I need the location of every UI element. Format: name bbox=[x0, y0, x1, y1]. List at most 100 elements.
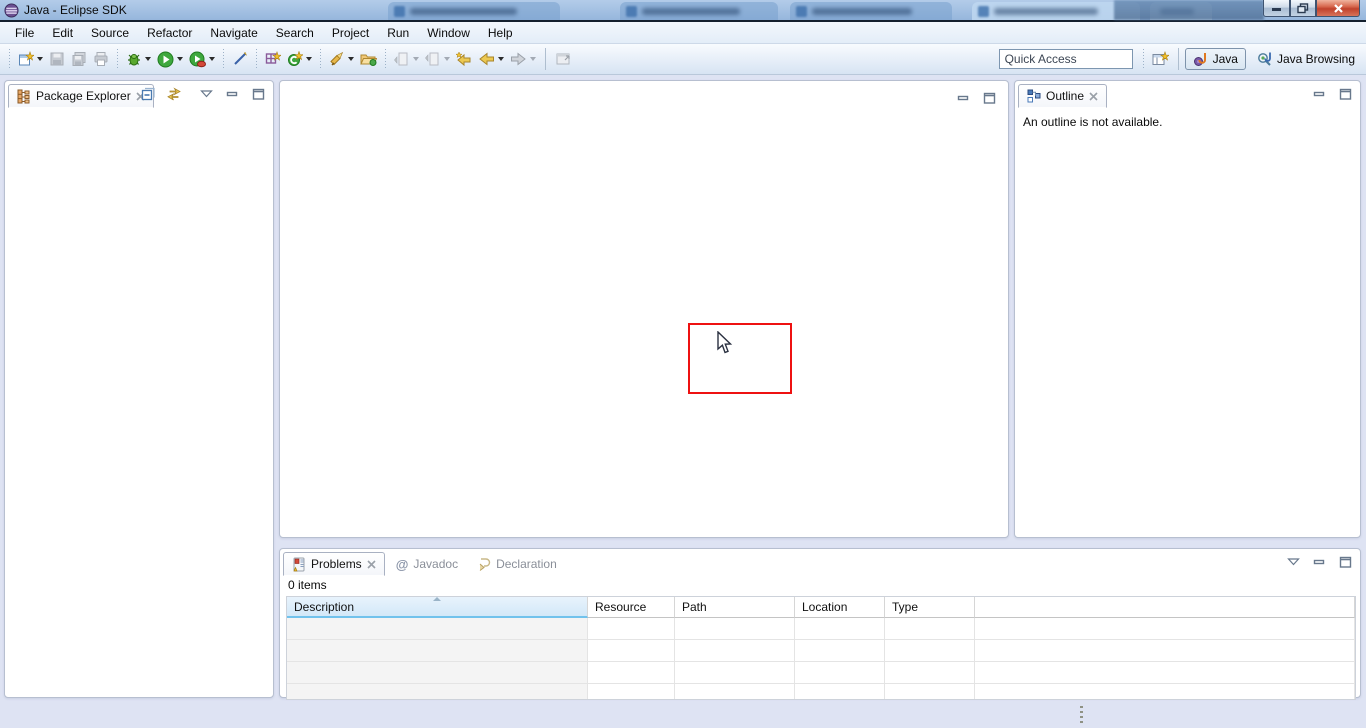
toolbar-grip[interactable] bbox=[7, 49, 12, 69]
tab-javadoc-label: Javadoc bbox=[413, 557, 458, 571]
quick-access-input[interactable] bbox=[999, 49, 1133, 69]
window-close-button[interactable] bbox=[1316, 0, 1360, 17]
view-menu-button[interactable] bbox=[197, 86, 215, 102]
debug-button[interactable] bbox=[123, 47, 154, 71]
menu-source[interactable]: Source bbox=[82, 22, 138, 44]
perspective-divider bbox=[1178, 48, 1179, 70]
close-icon[interactable] bbox=[1089, 92, 1098, 101]
toolbar-divider bbox=[545, 48, 546, 70]
run-external-tools-button[interactable] bbox=[186, 47, 218, 71]
tab-outline[interactable]: Outline bbox=[1018, 84, 1107, 108]
link-with-editor-toolbar-button[interactable] bbox=[552, 47, 574, 71]
java-browsing-perspective-icon bbox=[1257, 51, 1273, 67]
minimize-view-button[interactable] bbox=[223, 86, 241, 102]
close-icon[interactable] bbox=[367, 560, 376, 569]
tab-javadoc[interactable]: @ Javadoc bbox=[388, 552, 466, 576]
chevron-down-icon bbox=[177, 57, 183, 61]
menu-window[interactable]: Window bbox=[418, 22, 479, 44]
toolbar-grip[interactable] bbox=[318, 49, 323, 69]
toolbar-grip[interactable] bbox=[383, 49, 388, 69]
tab-outline-label: Outline bbox=[1046, 89, 1084, 103]
toolbar-grip[interactable] bbox=[254, 49, 259, 69]
last-edit-location-icon bbox=[456, 51, 472, 67]
sort-ascending-icon bbox=[433, 597, 441, 601]
window-restore-button[interactable] bbox=[1290, 0, 1316, 17]
chevron-down-icon bbox=[413, 57, 419, 61]
save-icon bbox=[49, 51, 65, 67]
problems-panel: Problems @ Javadoc Declaration 0 items bbox=[279, 548, 1361, 698]
previous-annotation-button[interactable] bbox=[422, 47, 453, 71]
menu-navigate[interactable]: Navigate bbox=[201, 22, 266, 44]
column-header-filler bbox=[975, 597, 1355, 618]
new-java-class-icon bbox=[287, 51, 303, 67]
view-menu-button[interactable] bbox=[1284, 554, 1302, 570]
minimize-editor-button[interactable] bbox=[954, 90, 972, 106]
link-with-editor-button[interactable] bbox=[165, 86, 183, 102]
save-button[interactable] bbox=[46, 47, 68, 71]
menu-file[interactable]: File bbox=[6, 22, 43, 44]
run-button[interactable] bbox=[154, 47, 186, 71]
column-header-path[interactable]: Path bbox=[675, 597, 795, 618]
new-java-project-button[interactable] bbox=[262, 47, 284, 71]
save-all-icon bbox=[71, 51, 87, 67]
minimize-view-button[interactable] bbox=[1310, 86, 1328, 102]
menu-edit[interactable]: Edit bbox=[43, 22, 82, 44]
column-header-description[interactable]: Description bbox=[287, 597, 588, 618]
menu-project[interactable]: Project bbox=[323, 22, 378, 44]
last-edit-location-button[interactable] bbox=[453, 47, 475, 71]
maximize-editor-button[interactable] bbox=[980, 90, 998, 106]
table-row bbox=[287, 662, 1355, 684]
column-header-type[interactable]: Type bbox=[885, 597, 975, 618]
perspective-java-browsing-button[interactable]: Java Browsing bbox=[1250, 49, 1362, 69]
maximize-view-button[interactable] bbox=[249, 86, 267, 102]
new-wizard-button[interactable] bbox=[15, 47, 46, 71]
perspective-java-button[interactable]: Java bbox=[1185, 48, 1246, 70]
open-type-folder-icon bbox=[360, 51, 377, 67]
editor-window-icon bbox=[555, 51, 571, 67]
window-minimize-button[interactable] bbox=[1263, 0, 1290, 17]
minimize-view-button[interactable] bbox=[1310, 554, 1328, 570]
print-button[interactable] bbox=[90, 47, 112, 71]
table-row bbox=[287, 684, 1355, 700]
menu-refactor[interactable]: Refactor bbox=[138, 22, 201, 44]
back-button[interactable] bbox=[475, 47, 507, 71]
workbench-area: Package Explorer Out bbox=[0, 75, 1366, 728]
run-external-tools-icon bbox=[189, 51, 206, 68]
toolbar-grip[interactable] bbox=[1141, 49, 1146, 69]
maximize-view-button[interactable] bbox=[1336, 554, 1354, 570]
tab-declaration[interactable]: Declaration bbox=[469, 552, 565, 576]
column-header-location[interactable]: Location bbox=[795, 597, 885, 618]
search-button[interactable] bbox=[326, 47, 357, 71]
background-browser-tab bbox=[388, 2, 560, 20]
problems-table-header-row: Description Resource Path Location Type bbox=[287, 597, 1355, 618]
column-header-resource[interactable]: Resource bbox=[588, 597, 675, 618]
next-annotation-button[interactable] bbox=[391, 47, 422, 71]
tab-package-explorer[interactable]: Package Explorer bbox=[8, 84, 154, 108]
save-all-button[interactable] bbox=[68, 47, 90, 71]
mouse-cursor bbox=[717, 331, 734, 355]
menu-run[interactable]: Run bbox=[378, 22, 418, 44]
package-explorer-icon bbox=[17, 89, 31, 104]
toolbar-grip[interactable] bbox=[115, 49, 120, 69]
toolbar-grip[interactable] bbox=[221, 49, 226, 69]
menu-search[interactable]: Search bbox=[267, 22, 323, 44]
maximize-view-button[interactable] bbox=[1336, 86, 1354, 102]
chevron-down-icon bbox=[209, 57, 215, 61]
open-perspective-button[interactable] bbox=[1149, 47, 1172, 71]
toggle-mark-occurrences-button[interactable] bbox=[229, 47, 251, 71]
background-browser-tab bbox=[790, 2, 952, 20]
next-annotation-icon bbox=[394, 51, 410, 67]
open-type-button[interactable] bbox=[357, 47, 380, 71]
tab-problems[interactable]: Problems bbox=[283, 552, 385, 576]
forward-button[interactable] bbox=[507, 47, 539, 71]
chevron-down-icon bbox=[498, 57, 504, 61]
status-bar-drag-handle[interactable] bbox=[1080, 706, 1085, 726]
collapse-all-button[interactable] bbox=[139, 86, 157, 102]
mark-occurrences-icon bbox=[232, 51, 248, 67]
tab-declaration-label: Declaration bbox=[496, 557, 557, 571]
open-perspective-icon bbox=[1152, 51, 1169, 67]
new-java-class-button[interactable] bbox=[284, 47, 315, 71]
table-row bbox=[287, 640, 1355, 662]
menu-help[interactable]: Help bbox=[479, 22, 522, 44]
table-row bbox=[287, 618, 1355, 640]
